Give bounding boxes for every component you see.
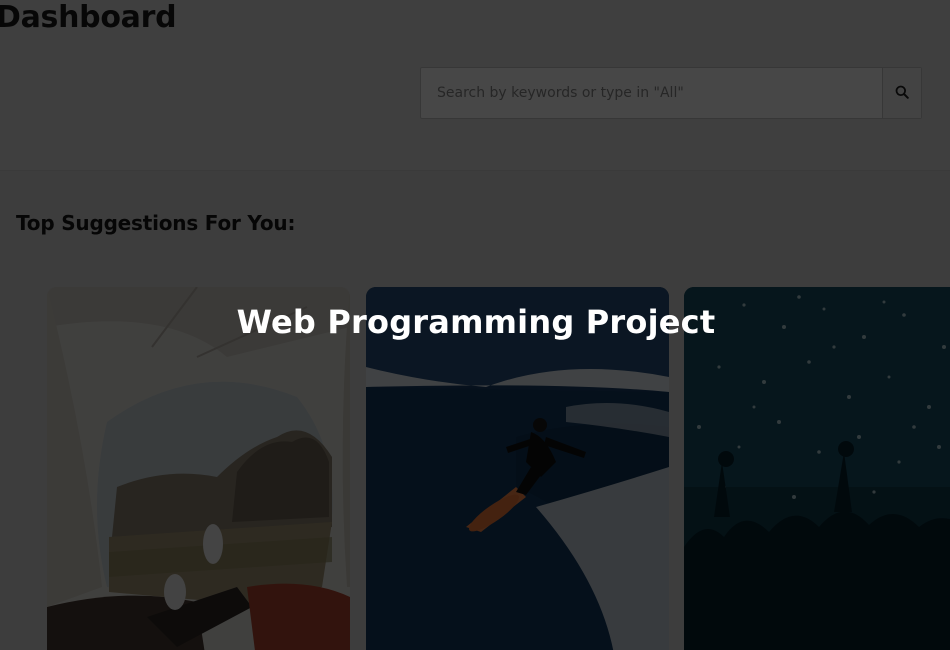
search-bar	[420, 67, 922, 119]
dashboard-header: Dashboard	[0, 0, 950, 171]
section-title: Top Suggestions For You:	[16, 211, 296, 235]
page-title: Dashboard	[0, 0, 177, 35]
search-input[interactable]	[421, 68, 882, 118]
overlay-title: Web Programming Project	[236, 303, 716, 341]
search-button[interactable]	[882, 68, 921, 118]
search-icon	[895, 85, 909, 102]
